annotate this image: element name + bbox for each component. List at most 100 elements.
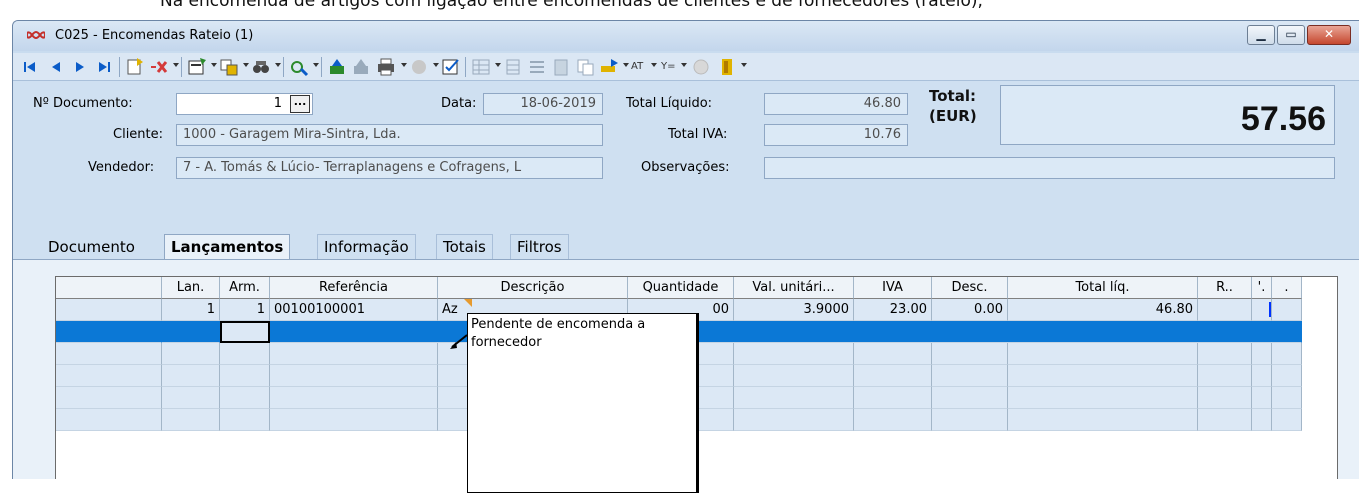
cell-lan[interactable] <box>162 321 220 343</box>
edit-icon[interactable] <box>187 57 207 77</box>
column-header-r[interactable]: R.. <box>1198 277 1252 299</box>
new-document-icon[interactable] <box>125 57 145 77</box>
cell[interactable] <box>1272 343 1302 365</box>
cell[interactable] <box>1272 387 1302 409</box>
tools-icon[interactable] <box>289 57 309 77</box>
cell[interactable] <box>854 343 932 365</box>
cell[interactable] <box>734 343 854 365</box>
cell[interactable] <box>56 365 162 387</box>
minimize-button[interactable]: ▁ <box>1247 25 1275 45</box>
find-icon[interactable] <box>251 57 271 77</box>
cell[interactable] <box>854 365 932 387</box>
cell-dot[interactable] <box>1272 299 1302 321</box>
cell[interactable] <box>1198 343 1252 365</box>
clipboard-icon[interactable] <box>551 57 571 77</box>
column-header[interactable] <box>56 277 162 299</box>
highlight-icon[interactable] <box>599 57 619 77</box>
client-field[interactable]: 1000 - Garagem Mira-Sintra, Lda. <box>176 124 603 146</box>
cell-arm[interactable]: 1 <box>220 299 270 321</box>
column-header-referencia[interactable]: Referência <box>270 277 438 299</box>
cell[interactable] <box>1252 387 1272 409</box>
cell[interactable] <box>932 409 1008 431</box>
at-icon[interactable]: AT <box>631 61 643 72</box>
column-header-val-unitario[interactable]: Val. unitári... <box>734 277 854 299</box>
cell-val-unitario[interactable]: 3.9000 <box>734 299 854 321</box>
cell[interactable] <box>1008 387 1198 409</box>
doc-number-field[interactable]: 1 ... <box>176 93 313 115</box>
next-record-icon[interactable] <box>73 57 87 77</box>
column-header-dot[interactable]: . <box>1272 277 1302 299</box>
selected-row-fill[interactable] <box>270 321 1302 343</box>
export-icon[interactable] <box>409 57 429 77</box>
column-header-total-liq[interactable]: Total líq. <box>1008 277 1198 299</box>
columns-icon[interactable] <box>503 57 523 77</box>
tab-documento[interactable]: Documento <box>41 234 142 260</box>
tab-totais[interactable]: Totais <box>436 234 493 260</box>
exit-icon[interactable] <box>717 57 737 77</box>
cell[interactable] <box>270 343 438 365</box>
cell-r[interactable] <box>1198 299 1252 321</box>
cell[interactable] <box>1198 387 1252 409</box>
cell-referencia[interactable]: 00100100001 <box>270 299 438 321</box>
cell[interactable] <box>1272 365 1302 387</box>
row-selector[interactable] <box>56 299 162 321</box>
column-header-descricao[interactable]: Descrição <box>438 277 628 299</box>
save-disabled-icon[interactable] <box>351 57 371 77</box>
doc-number-lookup-button[interactable]: ... <box>290 95 310 113</box>
cell-lan[interactable]: 1 <box>162 299 220 321</box>
cell[interactable] <box>56 387 162 409</box>
cell-desc[interactable]: 0.00 <box>932 299 1008 321</box>
cell[interactable] <box>854 409 932 431</box>
cell[interactable] <box>162 343 220 365</box>
cell[interactable] <box>162 387 220 409</box>
cell[interactable] <box>162 409 220 431</box>
save-icon[interactable] <box>327 57 347 77</box>
column-header-lan[interactable]: Lan. <box>162 277 220 299</box>
filter-icon[interactable]: Y= <box>661 61 676 72</box>
copy-icon[interactable] <box>575 57 595 77</box>
cancel-icon[interactable] <box>149 57 169 77</box>
cell[interactable] <box>734 409 854 431</box>
cell[interactable] <box>270 387 438 409</box>
date-field[interactable]: 18-06-2019 <box>483 93 603 115</box>
column-header-iva[interactable]: IVA <box>854 277 932 299</box>
cell[interactable] <box>220 343 270 365</box>
cell[interactable] <box>220 409 270 431</box>
cell[interactable] <box>1252 365 1272 387</box>
cell[interactable] <box>270 365 438 387</box>
cell[interactable] <box>1272 409 1302 431</box>
notes-field[interactable] <box>764 157 1335 179</box>
cell-arm-focused[interactable] <box>220 321 270 343</box>
cell[interactable] <box>932 343 1008 365</box>
column-header-quantidade[interactable]: Quantidade <box>628 277 734 299</box>
cell[interactable] <box>1008 409 1198 431</box>
cell[interactable] <box>932 387 1008 409</box>
check-icon[interactable] <box>441 57 461 77</box>
cell[interactable] <box>220 365 270 387</box>
cell-total-liq[interactable]: 46.80 <box>1008 299 1198 321</box>
last-record-icon[interactable] <box>97 57 111 77</box>
seller-field[interactable]: 7 - A. Tomás & Lúcio- Terraplanagens e C… <box>176 157 603 179</box>
cell-iva[interactable]: 23.00 <box>854 299 932 321</box>
table-icon[interactable] <box>471 57 491 77</box>
cell[interactable] <box>270 409 438 431</box>
first-record-icon[interactable] <box>23 57 37 77</box>
cell[interactable] <box>56 343 162 365</box>
cell[interactable] <box>1252 409 1272 431</box>
previous-record-icon[interactable] <box>49 57 63 77</box>
column-header-desc[interactable]: Desc. <box>932 277 1008 299</box>
column-header-mark[interactable]: '. <box>1252 277 1272 299</box>
cell[interactable] <box>56 409 162 431</box>
cell[interactable] <box>1008 343 1198 365</box>
close-button[interactable]: ✕ <box>1307 25 1351 45</box>
globe-icon[interactable] <box>691 57 711 77</box>
cell[interactable] <box>734 365 854 387</box>
row-selector[interactable] <box>56 321 162 343</box>
tab-lancamentos[interactable]: Lançamentos <box>164 234 291 260</box>
tab-informacao[interactable]: Informação <box>317 234 416 260</box>
cell[interactable] <box>854 387 932 409</box>
print-icon[interactable] <box>375 57 397 77</box>
pending-order-indicator-icon[interactable] <box>464 299 472 307</box>
cell[interactable] <box>932 365 1008 387</box>
cell[interactable] <box>1198 365 1252 387</box>
